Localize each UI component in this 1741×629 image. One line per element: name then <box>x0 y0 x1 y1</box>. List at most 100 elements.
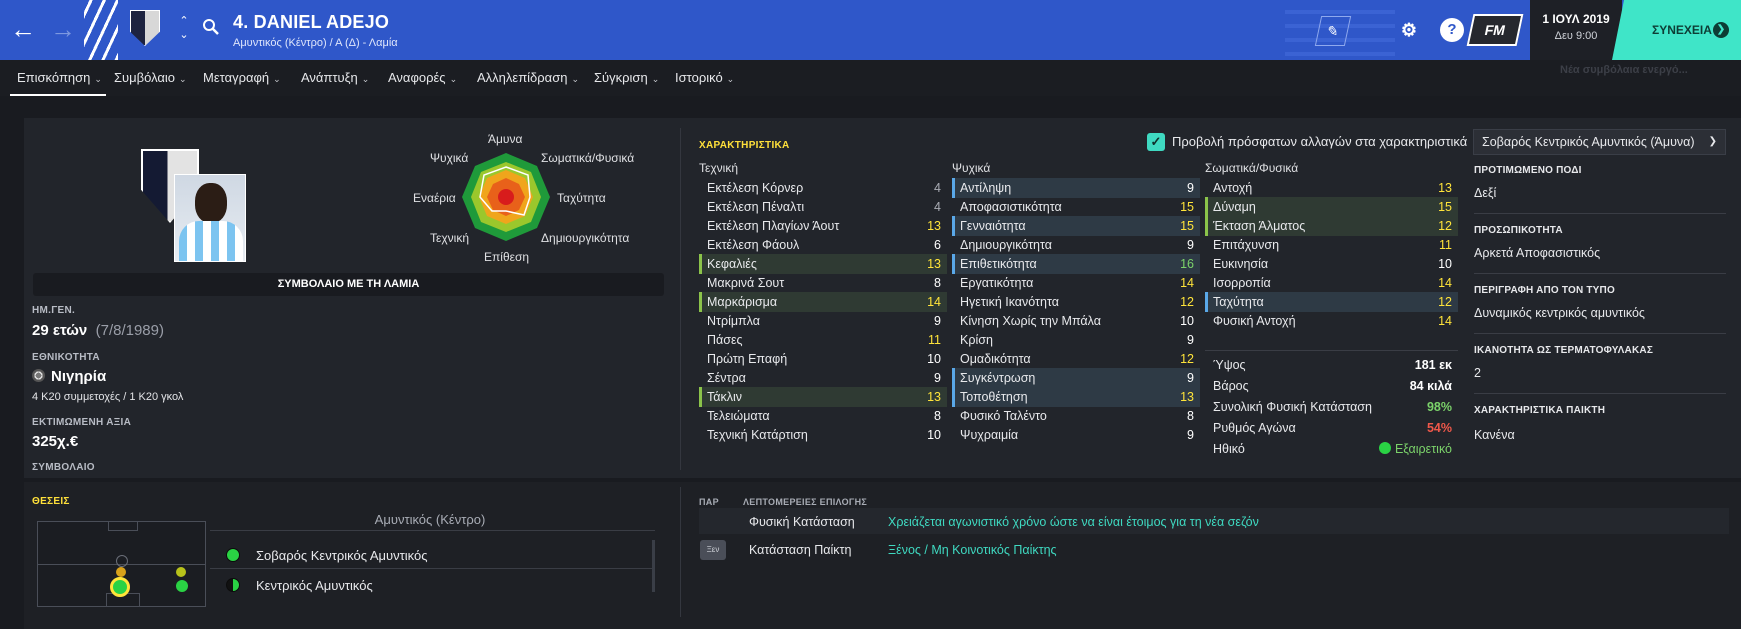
attribute-row[interactable]: Εκτέλεση Κόρνερ 4 <box>699 178 947 198</box>
attribute-row[interactable]: Ομαδικότητα 12 <box>952 349 1200 369</box>
selection-row-detail[interactable]: Ξένος / Μη Κοινοτικός Παίκτης <box>888 543 1057 557</box>
attribute-row[interactable]: Ηγετική Ικανότητα 12 <box>952 292 1200 312</box>
role-label: Σοβαρός Κεντρικός Αμυντικός <box>256 548 428 563</box>
continue-label: ΣΥΝΕΧΕΙΑ <box>1652 23 1712 37</box>
attribute-name: Εκτέλεση Πλαγίων Άουτ <box>707 219 840 233</box>
tab-label: Επισκόπηση <box>17 70 91 85</box>
foot-value: Δεξί <box>1474 186 1497 200</box>
back-arrow-icon[interactable]: ← <box>8 14 38 44</box>
tab-label: Ανάπτυξη <box>301 70 358 85</box>
contract-bar[interactable]: ΣΥΜΒΟΛΑΙΟ ΜΕ ΤΗ ΛΑΜΙΑ <box>33 273 664 296</box>
attribute-row[interactable]: Ευκινησία 10 <box>1205 254 1458 274</box>
stat-row: Βάρος 84 κιλά <box>1205 376 1458 396</box>
role-row[interactable]: Κεντρικός Αμυντικός <box>226 578 373 593</box>
club-crest-icon[interactable] <box>130 10 160 46</box>
tab-label: Συμβόλαιο <box>114 70 176 85</box>
dob: (7/8/1989) <box>95 322 164 339</box>
attribute-row[interactable]: Πρώτη Επαφή 10 <box>699 349 947 369</box>
selection-row-detail[interactable]: Χρειάζεται αγωνιστικό χρόνο ώστε να είνα… <box>888 515 1259 529</box>
tab-overview[interactable]: Επισκόπηση ⌄ <box>10 70 106 96</box>
tab-reports[interactable]: Αναφορές ⌄ <box>388 70 457 85</box>
tab-development[interactable]: Ανάπτυξη ⌄ <box>301 70 369 85</box>
role-row[interactable]: Σοβαρός Κεντρικός Αμυντικός <box>226 548 428 563</box>
tab-interaction[interactable]: Αλληλεπίδραση ⌄ <box>477 70 579 85</box>
continue-button[interactable]: ΣΥΝΕΧΕΙΑ ❯ <box>1612 0 1741 60</box>
stat-name: Βάρος <box>1213 379 1249 393</box>
notification-text[interactable]: Νέα συμβόλαια ενεργό... <box>1560 64 1688 76</box>
role-label: Κεντρικός Αμυντικός <box>256 578 373 593</box>
tab-label: Αναφορές <box>388 70 446 85</box>
attribute-name: Αντίληψη <box>960 181 1012 195</box>
attribute-name: Δημιουργικότητα <box>960 238 1052 252</box>
stat-row: Ρυθμός Αγώνα 54% <box>1205 418 1458 438</box>
attribute-row[interactable]: Τεχνική Κατάρτιση 10 <box>699 425 947 445</box>
attribute-row[interactable]: Εκτέλεση Πλαγίων Άουτ 13 <box>699 216 947 236</box>
attribute-row[interactable]: Δύναμη 15 <box>1205 197 1458 217</box>
game-controller-icon[interactable]: ⚙ <box>1397 18 1421 42</box>
attribute-value: 9 <box>1187 428 1194 442</box>
stat-value: Εξαιρετικό <box>1378 439 1452 459</box>
attribute-value: 13 <box>927 257 941 271</box>
role-suitability-icon <box>226 548 240 562</box>
help-icon[interactable]: ? <box>1440 18 1464 42</box>
attribute-name: Τεχνική Κατάρτιση <box>707 428 808 442</box>
role-select[interactable]: Σοβαρός Κεντρικός Αμυντικός (Άμυνα) ❯ <box>1473 129 1726 155</box>
nationality-value[interactable]: Νιγηρία <box>32 368 106 385</box>
tab-contract[interactable]: Συμβόλαιο ⌄ <box>114 70 187 85</box>
attribute-row[interactable]: Αντίληψη 9 <box>952 178 1200 198</box>
attribute-row[interactable]: Έκταση Άλματος 12 <box>1205 216 1458 236</box>
attribute-row[interactable]: Τελειώματα 8 <box>699 406 947 426</box>
attribute-row[interactable]: Δημιουργικότητα 9 <box>952 235 1200 255</box>
attribute-row[interactable]: Πάσες 11 <box>699 330 947 350</box>
attribute-value: 13 <box>927 390 941 404</box>
radar-label-creativity: Δημιουργικότητα <box>541 231 630 245</box>
attribute-row[interactable]: Μακρινά Σουτ 8 <box>699 273 947 293</box>
attribute-value: 9 <box>1187 333 1194 347</box>
attribute-row[interactable]: Ντρίμπλα 9 <box>699 311 947 331</box>
radar-label-mental: Ψυχικά <box>430 151 469 165</box>
selection-row-label: Φυσική Κατάσταση <box>749 515 855 529</box>
edit-pencil-icon[interactable]: ✎ <box>1314 16 1352 46</box>
attribute-row[interactable]: Εκτέλεση Φάουλ 6 <box>699 235 947 255</box>
attribute-row[interactable]: Κρίση 9 <box>952 330 1200 350</box>
attribute-row[interactable]: Εκτέλεση Πέναλτι 4 <box>699 197 947 217</box>
player-cycle-icon[interactable]: ⌃ ⌄ <box>178 14 190 42</box>
attribute-row[interactable]: Κίνηση Χωρίς την Μπάλα 10 <box>952 311 1200 331</box>
attribute-row[interactable]: Αντοχή 13 <box>1205 178 1458 198</box>
scrollbar[interactable] <box>652 540 655 592</box>
show-changes-checkbox[interactable]: ✓ <box>1147 133 1165 151</box>
tab-transfer[interactable]: Μεταγραφή ⌄ <box>203 70 281 85</box>
attribute-row[interactable]: Σέντρα 9 <box>699 368 947 388</box>
attribute-row[interactable]: Συγκέντρωση 9 <box>952 368 1200 388</box>
attribute-row[interactable]: Ταχύτητα 12 <box>1205 292 1458 312</box>
attribute-row[interactable]: Εργατικότητα 14 <box>952 273 1200 293</box>
tab-history[interactable]: Ιστορικό ⌄ <box>675 70 734 85</box>
attribute-row[interactable]: Γενναιότητα 15 <box>952 216 1200 236</box>
attribute-name: Εκτέλεση Κόρνερ <box>707 181 804 195</box>
morale-icon <box>1378 442 1391 454</box>
attribute-row[interactable]: Τάκλιν 13 <box>699 387 947 407</box>
forward-arrow-icon[interactable]: → <box>48 14 78 44</box>
attribute-row[interactable]: Φυσικό Ταλέντο 8 <box>952 406 1200 426</box>
attribute-row[interactable]: Ισορροπία 14 <box>1205 273 1458 293</box>
stat-name: Ηθικό <box>1213 442 1245 456</box>
fm-menu-button[interactable]: FM <box>1466 14 1524 46</box>
attribute-row[interactable]: Μαρκάρισμα 14 <box>699 292 947 312</box>
player-subtitle[interactable]: Αμυντικός (Κέντρο) / Α (Δ) - Λαμία <box>233 37 398 49</box>
attribute-value: 4 <box>934 181 941 195</box>
attribute-row[interactable]: Κεφαλιές 13 <box>699 254 947 274</box>
attribute-row[interactable]: Επιτάχυνση 11 <box>1205 235 1458 255</box>
tab-comparison[interactable]: Σύγκριση ⌄ <box>594 70 659 85</box>
attribute-row[interactable]: Αποφασιστικότητα 15 <box>952 197 1200 217</box>
date-display[interactable]: 1 ΙΟΥΛ 2019 Δευ 9:00 <box>1530 0 1622 60</box>
attribute-row[interactable]: Ψυχραιμία 9 <box>952 425 1200 445</box>
show-changes-label[interactable]: Προβολή πρόσφατων αλλαγών στα χαρακτηρισ… <box>1172 134 1467 149</box>
position-pitch[interactable] <box>37 521 206 607</box>
search-icon[interactable] <box>202 18 220 36</box>
attribute-row[interactable]: Τοποθέτηση 13 <box>952 387 1200 407</box>
value-label: ΕΚΤΙΜΩΜΕΝΗ ΑΞΙΑ <box>32 417 132 428</box>
attribute-name: Μακρινά Σουτ <box>707 276 785 290</box>
attribute-row[interactable]: Επιθετικότητα 16 <box>952 254 1200 274</box>
chevron-down-icon: ⌄ <box>94 74 102 84</box>
attribute-row[interactable]: Φυσική Αντοχή 14 <box>1205 311 1458 331</box>
